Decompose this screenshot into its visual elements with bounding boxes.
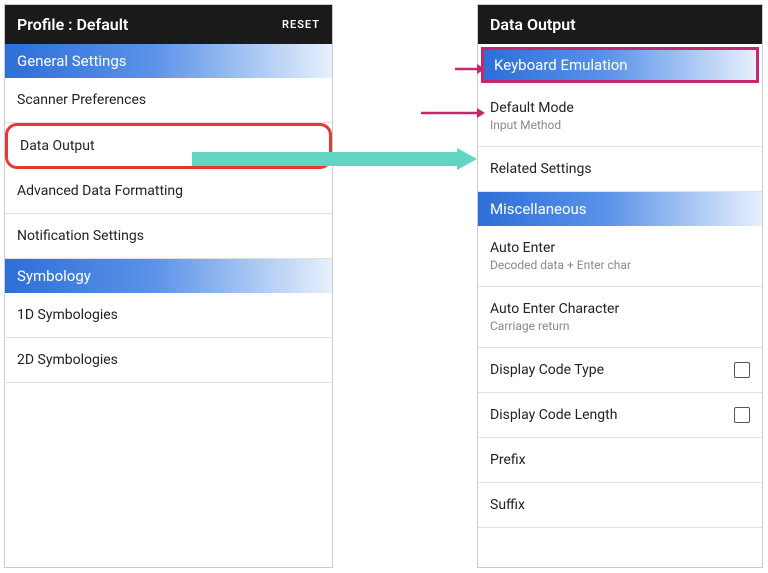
section-miscellaneous: Miscellaneous (478, 192, 762, 226)
item-1d-symbologies[interactable]: 1D Symbologies (5, 293, 332, 338)
item-display-code-type[interactable]: Display Code Type (478, 348, 762, 393)
titlebar-right: Data Output (478, 5, 762, 44)
section-general-settings: General Settings (5, 44, 332, 78)
item-scanner-preferences[interactable]: Scanner Preferences (5, 78, 332, 123)
item-2d-symbologies[interactable]: 2D Symbologies (5, 338, 332, 383)
section-symbology: Symbology (5, 259, 332, 293)
item-display-code-length[interactable]: Display Code Length (478, 393, 762, 438)
panel-data-output: Data Output Keyboard Emulation Default M… (477, 4, 763, 568)
arrow-data-output-to-panel (192, 148, 477, 170)
item-auto-enter-character[interactable]: Auto Enter Character Carriage return (478, 287, 762, 348)
panel-profile: Profile : Default RESET General Settings… (4, 4, 333, 568)
data-output-title: Data Output (490, 15, 576, 34)
section-keyboard-emulation: Keyboard Emulation (481, 47, 759, 83)
arrow-to-default-mode (421, 106, 485, 120)
profile-title: Profile : Default (17, 15, 128, 34)
item-prefix[interactable]: Prefix (478, 438, 762, 483)
item-default-mode[interactable]: Default Mode Input Method (478, 86, 762, 147)
checkbox-display-code-type[interactable] (734, 362, 750, 378)
item-suffix[interactable]: Suffix (478, 483, 762, 528)
item-advanced-data-formatting[interactable]: Advanced Data Formatting (5, 169, 332, 214)
reset-button[interactable]: RESET (282, 18, 320, 31)
item-auto-enter[interactable]: Auto Enter Decoded data + Enter char (478, 226, 762, 287)
item-related-settings[interactable]: Related Settings (478, 147, 762, 192)
item-notification-settings[interactable]: Notification Settings (5, 214, 332, 259)
checkbox-display-code-length[interactable] (734, 407, 750, 423)
titlebar-left: Profile : Default RESET (5, 5, 332, 44)
